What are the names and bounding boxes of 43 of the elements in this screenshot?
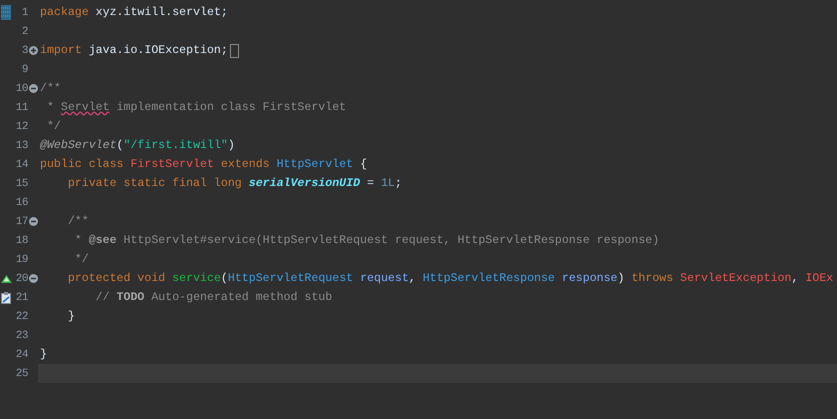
code-line: @WebServlet("/first.itwill") — [39, 138, 235, 154]
collapse-icon[interactable] — [28, 217, 38, 226]
clipboard-icon — [1, 292, 11, 304]
code-line: */ — [74, 252, 89, 268]
line-number: 1 — [20, 6, 28, 18]
line-number: 2 — [20, 26, 28, 38]
code-line: import java.io.IOException; — [39, 43, 228, 59]
line-number: 23 — [14, 330, 28, 342]
code-line: /** — [39, 81, 61, 97]
code-line: // TODO Auto-generated method stub — [94, 290, 332, 306]
code-line: /** — [66, 214, 89, 230]
line-number: 3 — [20, 44, 28, 56]
expand-icon[interactable] — [28, 46, 38, 55]
line-number: 25 — [14, 368, 28, 380]
code-line: public class FirstServlet extends HttpServlet { — [39, 157, 368, 173]
line-number: 24 — [14, 348, 28, 360]
folded-code-icon[interactable] — [230, 44, 239, 58]
line-number: 9 — [20, 64, 28, 76]
triangle-icon — [0, 274, 12, 282]
code-line: * @see HttpServlet#service(HttpServletRequest request, HttpServletResponse response) — [74, 233, 660, 249]
line-number: 21 — [14, 292, 28, 304]
line-number: 16 — [14, 196, 28, 208]
line-number: 22 — [14, 310, 28, 322]
code-line: */ — [46, 119, 61, 135]
code-line: protected void service(HttpServletRequest request, HttpServletResponse response) throws ServletException, IOEx — [66, 271, 834, 287]
collapse-icon[interactable] — [28, 84, 38, 93]
line-number: 12 — [14, 120, 28, 132]
line-number: 10 — [14, 82, 28, 94]
line-number: 19 — [14, 254, 28, 266]
code-line: package xyz.itwill.servlet; — [39, 5, 228, 21]
line-number: 11 — [14, 102, 28, 114]
code-line: private static final long serialVersionUID = 1L; — [66, 176, 402, 192]
line-number: 20 — [14, 272, 28, 284]
line-number: 17 — [14, 216, 28, 228]
marker-icon — [1, 5, 11, 20]
line-number: 14 — [14, 158, 28, 170]
line-number: 18 — [14, 234, 28, 246]
collapse-icon[interactable] — [28, 274, 38, 283]
line-number: 13 — [14, 140, 28, 152]
code-line: } — [39, 347, 47, 363]
line-number: 15 — [14, 178, 28, 190]
code-line: } — [66, 309, 75, 325]
code-line: * Servlet implementation class FirstServlet — [46, 100, 346, 116]
